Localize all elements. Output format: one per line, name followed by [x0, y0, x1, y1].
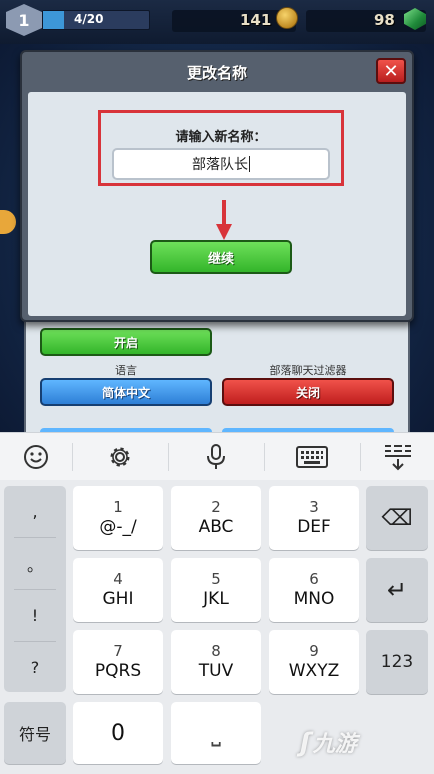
dialog-body: 请输入新名称： 部落队长 继续	[28, 92, 406, 316]
xp-text: 4/20	[74, 12, 104, 26]
key-number: 8	[211, 642, 221, 660]
keyboard: , 。 ! ? 1 @-_/ 2 ABC 3 DEF ⌫ 4 GHI 5 JKL…	[0, 480, 434, 774]
key-letters: @-_/	[99, 517, 137, 537]
key-6[interactable]: 6 MNO	[269, 558, 359, 622]
name-input[interactable]: 部落队长	[112, 148, 330, 180]
key-letters: JKL	[203, 589, 229, 609]
key-7[interactable]: 7 PQRS	[73, 630, 163, 694]
key-letters: ABC	[198, 517, 234, 537]
key-letters: GHI	[102, 589, 134, 609]
key-number: 7	[113, 642, 123, 660]
key-number: 2	[211, 498, 221, 516]
xp-bar-fill	[43, 11, 65, 29]
side-arrow-tab[interactable]	[0, 210, 16, 234]
punctuation-key-period[interactable]: 。	[4, 538, 66, 589]
coin-icon	[276, 7, 298, 29]
key-letters: PQRS	[94, 661, 142, 681]
punctuation-key-exclaim[interactable]: !	[4, 590, 66, 641]
rename-dialog: 更改名称 ✕ 请输入新名称： 部落队长 继续	[20, 50, 414, 322]
emoji-button[interactable]	[0, 433, 72, 481]
language-label: 语言	[115, 364, 137, 377]
key-2[interactable]: 2 ABC	[171, 486, 261, 550]
collapse-keyboard-button[interactable]	[362, 433, 434, 481]
keyboard-switch-button[interactable]	[276, 433, 348, 481]
continue-button[interactable]: 继续	[150, 240, 292, 274]
key-4[interactable]: 4 GHI	[73, 558, 163, 622]
key-letters: WXYZ	[288, 661, 340, 681]
key-8[interactable]: 8 TUV	[171, 630, 261, 694]
key-number: 6	[309, 570, 319, 588]
close-icon: ✕	[383, 60, 399, 82]
key-letters: TUV	[198, 661, 234, 681]
microphone-icon	[207, 444, 225, 469]
collapse-keyboard-icon	[385, 445, 411, 471]
toolbar-divider	[360, 443, 361, 471]
dialog-title: 更改名称	[186, 64, 247, 82]
chat-filter-label: 部落聊天过滤器	[269, 364, 347, 377]
number-mode-key[interactable]: 123	[366, 630, 428, 694]
key-number: 3	[309, 498, 319, 516]
toolbar-divider	[168, 443, 169, 471]
toolbar-divider	[264, 443, 265, 471]
text-caret	[249, 156, 250, 172]
punctuation-key-comma[interactable]: ,	[4, 486, 66, 537]
key-9[interactable]: 9 WXYZ	[269, 630, 359, 694]
key-letters: DEF	[297, 517, 331, 537]
watermark-logo-icon: ʃ	[300, 728, 311, 758]
key-number: 5	[211, 570, 221, 588]
key-letters: MNO	[293, 589, 335, 609]
toolbar-divider	[72, 443, 73, 471]
space-icon: ⎵	[211, 719, 221, 747]
key-number: 1	[113, 498, 123, 516]
key-1[interactable]: 1 @-_/	[73, 486, 163, 550]
symbols-key[interactable]: 符号	[4, 702, 66, 764]
keyboard-toolbar	[0, 432, 434, 480]
toggle-on-button[interactable]: 开启	[40, 328, 212, 356]
coin-count: 141	[240, 11, 272, 29]
enter-key[interactable]: ↵	[366, 558, 428, 622]
key-0[interactable]: 0	[73, 702, 163, 764]
chat-filter-button[interactable]: 关闭	[222, 378, 394, 406]
settings-panel: 开启 语言 简体中文 部落聊天过滤器 关闭	[24, 322, 410, 434]
voice-input-button[interactable]	[180, 433, 252, 481]
watermark-text: 九游	[312, 732, 357, 757]
punctuation-key-question[interactable]: ?	[4, 642, 66, 693]
settings-button[interactable]	[84, 433, 156, 481]
emoji-icon	[24, 445, 48, 469]
key-5[interactable]: 5 JKL	[171, 558, 261, 622]
punctuation-column: , 。 ! ?	[4, 486, 66, 692]
name-input-value: 部落队长	[192, 157, 248, 173]
keyboard-icon	[296, 446, 328, 468]
space-key[interactable]: ⎵	[171, 702, 261, 764]
close-button[interactable]: ✕	[376, 58, 406, 84]
backspace-icon: ⌫	[381, 505, 413, 531]
key-number: 4	[113, 570, 123, 588]
name-prompt: 请输入新名称：	[175, 130, 267, 145]
gem-count: 98	[374, 11, 395, 29]
gear-icon	[110, 447, 130, 467]
language-button[interactable]: 简体中文	[40, 378, 212, 406]
key-number: 9	[309, 642, 319, 660]
enter-icon: ↵	[386, 576, 408, 604]
backspace-key[interactable]: ⌫	[366, 486, 428, 550]
annotation-arrow-icon	[216, 200, 232, 240]
watermark: ʃ九游	[300, 726, 357, 758]
key-3[interactable]: 3 DEF	[269, 486, 359, 550]
